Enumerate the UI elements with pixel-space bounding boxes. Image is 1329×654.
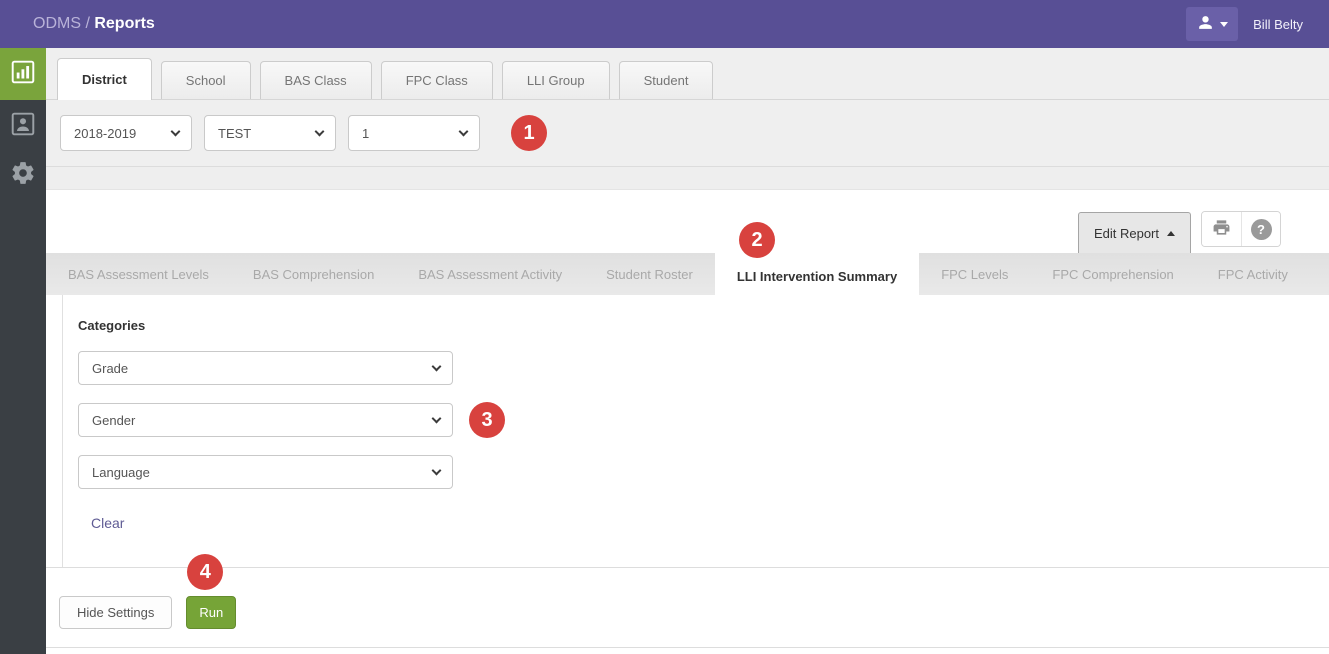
- edit-report-label: Edit Report: [1094, 226, 1159, 241]
- user-icon: [1196, 13, 1215, 35]
- sidebar-item-settings[interactable]: [0, 152, 46, 198]
- sidebar: [0, 48, 46, 654]
- main: District School BAS Class FPC Class LLI …: [46, 48, 1329, 654]
- step-badge-2: 2: [739, 222, 775, 258]
- step-badge-1: 1: [511, 115, 547, 151]
- page: ODMS / Reports Bill Belty: [0, 0, 1329, 654]
- actions-bar: Hide Settings 4 Run: [46, 567, 1329, 628]
- run-button[interactable]: Run: [186, 596, 236, 629]
- sidebar-item-students[interactable]: [0, 100, 46, 152]
- clear-link[interactable]: Clear: [91, 515, 124, 531]
- tab-bas-class[interactable]: BAS Class: [260, 61, 372, 99]
- category-row-gender: Gender 3: [78, 402, 1329, 438]
- category-select-gender[interactable]: Gender: [78, 403, 453, 437]
- help-button[interactable]: ?: [1241, 212, 1280, 246]
- gear-icon: [10, 160, 36, 191]
- category-row-grade: Grade: [78, 351, 1329, 385]
- printer-icon: [1212, 218, 1231, 240]
- bar-chart-icon: [10, 59, 36, 90]
- toolbar-icon-group: ?: [1201, 211, 1281, 247]
- tab-district[interactable]: District: [57, 58, 152, 100]
- edit-report-button[interactable]: Edit Report: [1078, 212, 1191, 253]
- tab-fpc-class[interactable]: FPC Class: [381, 61, 493, 99]
- report-tab-lli-intervention-summary[interactable]: LLI Intervention Summary: [715, 253, 919, 300]
- tab-school[interactable]: School: [161, 61, 251, 99]
- category-select-language[interactable]: Language: [78, 455, 453, 489]
- report-tab-fpc-levels[interactable]: FPC Levels: [919, 253, 1030, 295]
- run-wrap: 4 Run: [186, 596, 236, 628]
- report-tab-fpc-activity[interactable]: FPC Activity: [1196, 253, 1310, 295]
- toolbar-zone: Edit Report ?: [46, 190, 1329, 253]
- report-settings: Categories Grade Gender 3 La: [46, 295, 1329, 567]
- category-select-grade[interactable]: Grade: [78, 351, 453, 385]
- scope-tabs: District School BAS Class FPC Class LLI …: [46, 48, 1329, 100]
- district-select[interactable]: TEST: [204, 115, 336, 151]
- print-button[interactable]: [1202, 212, 1241, 246]
- report-tab-bas-comprehension[interactable]: BAS Comprehension: [231, 253, 396, 295]
- report-tab-fpc-comprehension[interactable]: FPC Comprehension: [1030, 253, 1195, 295]
- category-row-language: Language: [78, 455, 1329, 489]
- chevron-down-icon: [1220, 22, 1228, 27]
- report-tools: Edit Report ?: [1078, 211, 1281, 253]
- step-badge-4: 4: [187, 554, 223, 590]
- hide-settings-button[interactable]: Hide Settings: [59, 596, 172, 629]
- breadcrumb-page: Reports: [94, 15, 154, 32]
- report-tab-student-roster[interactable]: Student Roster: [584, 253, 715, 295]
- categories-panel: Categories Grade Gender 3 La: [62, 295, 1329, 567]
- bottom-divider: [46, 647, 1329, 648]
- user-name: Bill Belty: [1253, 17, 1303, 32]
- report-tab-bas-assessment-levels[interactable]: BAS Assessment Levels: [46, 253, 231, 295]
- topbar: ODMS / Reports Bill Belty: [0, 0, 1329, 48]
- tab-lli-group[interactable]: LLI Group: [502, 61, 610, 99]
- chevron-up-icon: [1167, 231, 1175, 236]
- user-area: Bill Belty: [1186, 7, 1303, 41]
- person-card-icon: [10, 111, 36, 142]
- user-menu-button[interactable]: [1186, 7, 1238, 41]
- help-icon: ?: [1251, 219, 1272, 240]
- report-tab-bas-assessment-activity[interactable]: BAS Assessment Activity: [396, 253, 584, 295]
- group-select[interactable]: 1: [348, 115, 480, 151]
- divider-strip: [46, 167, 1329, 190]
- sidebar-item-reports[interactable]: [0, 48, 46, 100]
- filter-row: 2018-2019 TEST 1 1: [46, 100, 1329, 167]
- report-tabs: BAS Assessment Levels BAS Comprehension …: [46, 253, 1329, 295]
- step-badge-3: 3: [469, 402, 505, 438]
- categories-heading: Categories: [78, 318, 1329, 333]
- tab-student[interactable]: Student: [619, 61, 714, 99]
- breadcrumb: ODMS / Reports: [33, 15, 155, 33]
- school-year-select[interactable]: 2018-2019: [60, 115, 192, 151]
- breadcrumb-app: ODMS /: [33, 15, 90, 32]
